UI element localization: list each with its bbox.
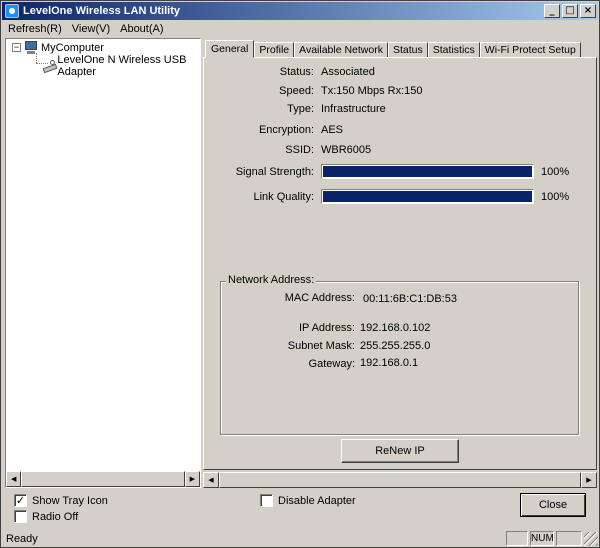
network-address-title: Network Address:	[226, 274, 317, 286]
signal-strength-bar	[321, 164, 534, 179]
encryption-label: Encryption:	[258, 124, 314, 136]
status-bar: Ready NUM	[2, 530, 598, 547]
window-title: LevelOne Wireless LAN Utility	[23, 5, 181, 17]
gateway-value: 192.168.0.1	[360, 357, 419, 369]
ip-address-value: 192.168.0.102	[360, 322, 431, 334]
signal-strength-label: Signal Strength:	[235, 166, 314, 178]
usb-adapter-icon	[42, 59, 58, 74]
tree-connector	[36, 53, 37, 63]
scroll-left-icon[interactable]: ◀	[203, 472, 219, 488]
status-pane-empty	[506, 531, 528, 546]
menu-about[interactable]: About(A)	[120, 23, 163, 35]
signal-strength-fill	[322, 165, 533, 178]
ssid-value: WBR6005	[321, 144, 372, 156]
tree-content: − MyComputer LevelOne N Wireless USB Ada…	[6, 39, 200, 471]
disable-adapter-label: Disable Adapter	[278, 494, 356, 507]
scroll-thumb[interactable]	[219, 472, 581, 488]
link-quality-label: Link Quality:	[253, 191, 314, 203]
subnet-mask-label: Subnet Mask:	[287, 340, 355, 352]
minimize-button[interactable]: _	[544, 4, 560, 18]
collapse-icon[interactable]: −	[12, 43, 21, 52]
adapter-tree[interactable]: − MyComputer LevelOne N Wireless USB Ada…	[5, 38, 201, 488]
ssid-label: SSID:	[285, 144, 314, 156]
radio-off-checkbox[interactable]	[14, 510, 27, 523]
close-window-button[interactable]: ×	[580, 4, 596, 18]
show-tray-icon-checkbox[interactable]: ✓	[14, 494, 27, 507]
scroll-thumb[interactable]	[21, 471, 185, 487]
disable-adapter-option[interactable]: Disable Adapter	[260, 494, 356, 507]
gateway-label: Gateway:	[308, 358, 355, 370]
scroll-right-icon[interactable]: ▶	[184, 471, 200, 487]
status-pane-num: NUM	[530, 531, 554, 546]
tab-general[interactable]: General	[205, 40, 255, 58]
type-value: Infrastructure	[321, 103, 386, 115]
tree-node-mycomputer[interactable]: − MyComputer	[12, 41, 104, 54]
ip-address-label: IP Address:	[298, 322, 355, 334]
subnet-mask-value: 255.255.255.0	[360, 340, 431, 352]
bottom-controls: ✓ Show Tray Icon Radio Off Disable Adapt…	[2, 490, 598, 530]
status-label: Status:	[279, 66, 314, 78]
tree-node-label: MyComputer	[41, 41, 104, 54]
type-label: Type:	[287, 103, 314, 115]
disable-adapter-checkbox[interactable]	[260, 494, 273, 507]
radio-off-label: Radio Off	[32, 510, 79, 523]
speed-value: Tx:150 Mbps Rx:150	[321, 85, 423, 97]
encryption-value: AES	[321, 124, 344, 136]
general-panel: Status: Associated Speed: Tx:150 Mbps Rx…	[203, 57, 597, 481]
scroll-right-icon[interactable]: ▶	[581, 472, 597, 488]
app-icon	[5, 4, 19, 18]
status-text: Ready	[6, 532, 38, 545]
link-quality-bar	[321, 189, 534, 204]
tree-node-adapter[interactable]: LevelOne N Wireless USB Adapter	[42, 54, 200, 78]
show-tray-icon-label: Show Tray Icon	[32, 494, 108, 507]
menu-view[interactable]: View(V)	[72, 23, 110, 35]
tree-horizontal-scrollbar[interactable]: ◀ ▶	[6, 471, 200, 487]
tabs-area: General Profile Available Network Status…	[203, 38, 597, 488]
tree-node-label: LevelOne N Wireless USB Adapter	[57, 54, 187, 78]
tab-available-network[interactable]: Available Network	[294, 42, 388, 58]
status-value: Associated	[321, 66, 375, 78]
renew-ip-button[interactable]: ReNew IP	[341, 439, 459, 463]
tab-status[interactable]: Status	[387, 42, 428, 58]
main-window: LevelOne Wireless LAN Utility _ □ × Refr…	[0, 0, 600, 548]
menu-refresh[interactable]: Refresh(R)	[8, 23, 62, 35]
resize-grip-icon[interactable]	[584, 531, 598, 546]
network-address-group: Network Address: MAC Address: 00:11:6B:C…	[220, 274, 579, 435]
window-controls: _ □ ×	[544, 4, 596, 18]
show-tray-icon-option[interactable]: ✓ Show Tray Icon	[14, 494, 108, 507]
maximize-button[interactable]: □	[562, 4, 578, 18]
tab-strip: General Profile Available Network Status…	[205, 40, 581, 58]
scroll-left-icon[interactable]: ◀	[6, 471, 22, 487]
speed-label: Speed:	[279, 85, 314, 97]
tab-wifi-protect-setup[interactable]: Wi-Fi Protect Setup	[479, 42, 581, 58]
link-quality-percent: 100%	[541, 191, 570, 203]
title-bar[interactable]: LevelOne Wireless LAN Utility _ □ ×	[2, 2, 598, 20]
tab-statistics[interactable]: Statistics	[427, 42, 480, 58]
link-quality-fill	[322, 190, 533, 203]
panel-horizontal-scrollbar[interactable]: ◀ ▶	[203, 472, 597, 488]
tab-profile[interactable]: Profile	[254, 42, 295, 58]
mac-address-label: MAC Address:	[284, 292, 355, 304]
radio-off-option[interactable]: Radio Off	[14, 510, 78, 523]
status-pane-empty	[556, 531, 582, 546]
mac-address-value: 00:11:6B:C1:DB:53	[363, 293, 457, 305]
signal-strength-percent: 100%	[541, 166, 570, 178]
close-button[interactable]: Close	[520, 493, 586, 517]
menu-bar: Refresh(R) View(V) About(A)	[2, 21, 598, 37]
